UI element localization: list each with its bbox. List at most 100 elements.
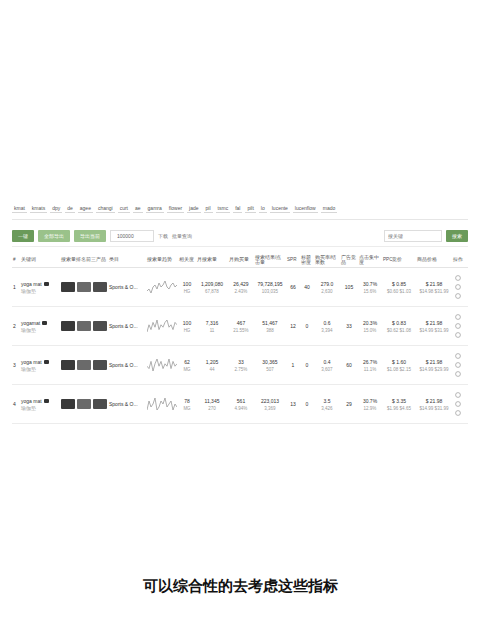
badge-icon xyxy=(44,282,49,286)
column-header[interactable]: 搜索结果/点击量 xyxy=(254,254,286,267)
filter-chip[interactable]: pil xyxy=(204,204,213,213)
filter-chip[interactable]: lucente xyxy=(270,204,290,213)
action-icon[interactable] xyxy=(455,353,461,359)
video-subtitle: 可以综合性的去考虑这些指标 xyxy=(0,577,480,596)
column-header[interactable]: 搜索量排名前三产品 xyxy=(60,256,108,263)
keyword[interactable]: yoga mat xyxy=(21,359,42,365)
product-images xyxy=(61,360,107,370)
metric-cell: 223,0133,369 xyxy=(254,397,286,412)
metric-cell: 30,365507 xyxy=(254,358,286,373)
column-header[interactable]: SPR xyxy=(286,256,300,263)
filter-chip[interactable]: mado xyxy=(321,204,338,213)
filter-chip[interactable]: lo xyxy=(259,204,267,213)
action-icon[interactable] xyxy=(455,362,461,368)
toolbar-button[interactable]: 一键 xyxy=(12,230,34,242)
table-row[interactable]: 1yoga mat瑜伽垫Sports & O...100HG1,209,0806… xyxy=(12,268,468,307)
column-header[interactable]: 月搜索量 xyxy=(196,256,228,263)
toolbar-button[interactable]: 导出当前 xyxy=(74,230,106,242)
metric-cell: 279.02,630 xyxy=(314,280,340,295)
filter-chip[interactable]: pilt xyxy=(245,204,255,213)
product-photo[interactable] xyxy=(77,321,91,331)
column-header[interactable]: 标题密度 xyxy=(300,254,314,267)
badge-icon xyxy=(42,321,47,325)
product-photo[interactable] xyxy=(77,399,91,409)
product-photo[interactable] xyxy=(93,321,107,331)
toolbar-link[interactable]: 下载 xyxy=(158,233,168,239)
product-photo[interactable] xyxy=(77,282,91,292)
filter-chip[interactable]: changi xyxy=(96,204,115,213)
filter-chip[interactable]: lucenflow xyxy=(293,204,318,213)
action-icon[interactable] xyxy=(455,323,461,329)
action-icon[interactable] xyxy=(455,332,461,338)
table-row[interactable]: 4yoga mat瑜伽垫Sports & O...78MG11,34527056… xyxy=(12,385,468,424)
table-row[interactable]: 3yoga mat瑜伽垫Sports & O...62MG1,20544332.… xyxy=(12,346,468,385)
filter-chip[interactable]: fal xyxy=(233,204,242,213)
metric-cell: 26.7%11.1% xyxy=(358,358,382,373)
column-header[interactable]: 操作 xyxy=(452,256,464,263)
filter-chip[interactable]: curt xyxy=(118,204,130,213)
filter-chip[interactable]: de xyxy=(65,204,75,213)
metric-cell: 46721.55% xyxy=(228,319,254,334)
product-photo[interactable] xyxy=(93,282,107,292)
column-header[interactable]: 广告竞品 xyxy=(340,254,358,267)
action-icon[interactable] xyxy=(455,392,461,398)
product-photo[interactable] xyxy=(61,399,75,409)
filter-chip[interactable]: jade xyxy=(187,204,200,213)
product-photo[interactable] xyxy=(61,321,75,331)
column-header[interactable]: 月购买量 xyxy=(228,256,254,263)
keyword[interactable]: yoga mat xyxy=(21,398,42,404)
action-icon[interactable] xyxy=(455,275,461,281)
filter-chip[interactable]: ae xyxy=(133,204,143,213)
product-photo[interactable] xyxy=(61,282,75,292)
metric-cell: 60 xyxy=(340,361,358,369)
metric-cell: 30.7%15.6% xyxy=(358,280,382,295)
column-header[interactable]: PPC竞价 xyxy=(382,256,416,263)
column-header[interactable]: # xyxy=(12,256,20,263)
filter-chip[interactable]: dpy xyxy=(50,204,62,213)
metric-cell: 33 xyxy=(340,322,358,330)
filter-chip[interactable]: tsmc xyxy=(216,204,231,213)
search-button[interactable]: 搜索 xyxy=(446,230,468,242)
metric-cell: 0 xyxy=(300,322,314,330)
metric-cell: 0 xyxy=(300,361,314,369)
filter-chip[interactable]: agee xyxy=(78,204,93,213)
action-icon[interactable] xyxy=(455,314,461,320)
metric-cell: 1,209,08067,878 xyxy=(196,280,228,295)
filter-chip[interactable]: gamra xyxy=(146,204,164,213)
action-icon[interactable] xyxy=(455,293,461,299)
search-input[interactable] xyxy=(384,230,442,242)
product-photo[interactable] xyxy=(93,399,107,409)
column-header[interactable]: 关键词 xyxy=(20,256,60,263)
toolbar-link[interactable]: 批量查询 xyxy=(172,233,192,239)
filter-chip[interactable]: kmats xyxy=(30,204,47,213)
action-icon[interactable] xyxy=(455,371,461,377)
column-header[interactable]: 购买率/结果数 xyxy=(314,254,340,267)
filter-chip[interactable]: flower xyxy=(167,204,184,213)
keyword[interactable]: yogamat xyxy=(21,320,40,326)
page: kmatkmatsdpydeageechangicurtaegamraflowe… xyxy=(0,0,480,640)
product-photo[interactable] xyxy=(77,360,91,370)
table-row[interactable]: 2yogamat瑜伽垫Sports & O...100HG7,316114672… xyxy=(12,307,468,346)
metric-cell: 0 xyxy=(300,400,314,408)
row-index: 2 xyxy=(13,323,16,329)
metric-cell: 30.7%12.9% xyxy=(358,397,382,412)
keyword-table: #关键词搜索量排名前三产品类目搜索量趋势相关度月搜索量月购买量搜索结果/点击量S… xyxy=(12,253,468,424)
product-photo[interactable] xyxy=(61,360,75,370)
column-header[interactable]: 相关度 xyxy=(178,256,196,263)
action-icon[interactable] xyxy=(455,401,461,407)
row-actions xyxy=(455,392,461,416)
threshold-field[interactable]: 100000 xyxy=(110,230,154,242)
action-icon[interactable] xyxy=(455,410,461,416)
column-header[interactable]: 类目 xyxy=(108,256,146,263)
filter-chip[interactable]: kmat xyxy=(12,204,27,213)
keyword-translation: 瑜伽垫 xyxy=(21,328,36,333)
column-header[interactable]: 搜索量趋势 xyxy=(146,256,178,263)
column-header[interactable]: 点击集中度 xyxy=(358,254,382,267)
category: Sports & O... xyxy=(109,284,138,290)
column-header[interactable]: 商品价格 xyxy=(416,256,452,263)
toolbar-button[interactable]: 全部导出 xyxy=(38,230,70,242)
metric-cell: 12 xyxy=(286,322,300,330)
product-photo[interactable] xyxy=(93,360,107,370)
keyword[interactable]: yoga mat xyxy=(21,281,42,287)
action-icon[interactable] xyxy=(455,284,461,290)
